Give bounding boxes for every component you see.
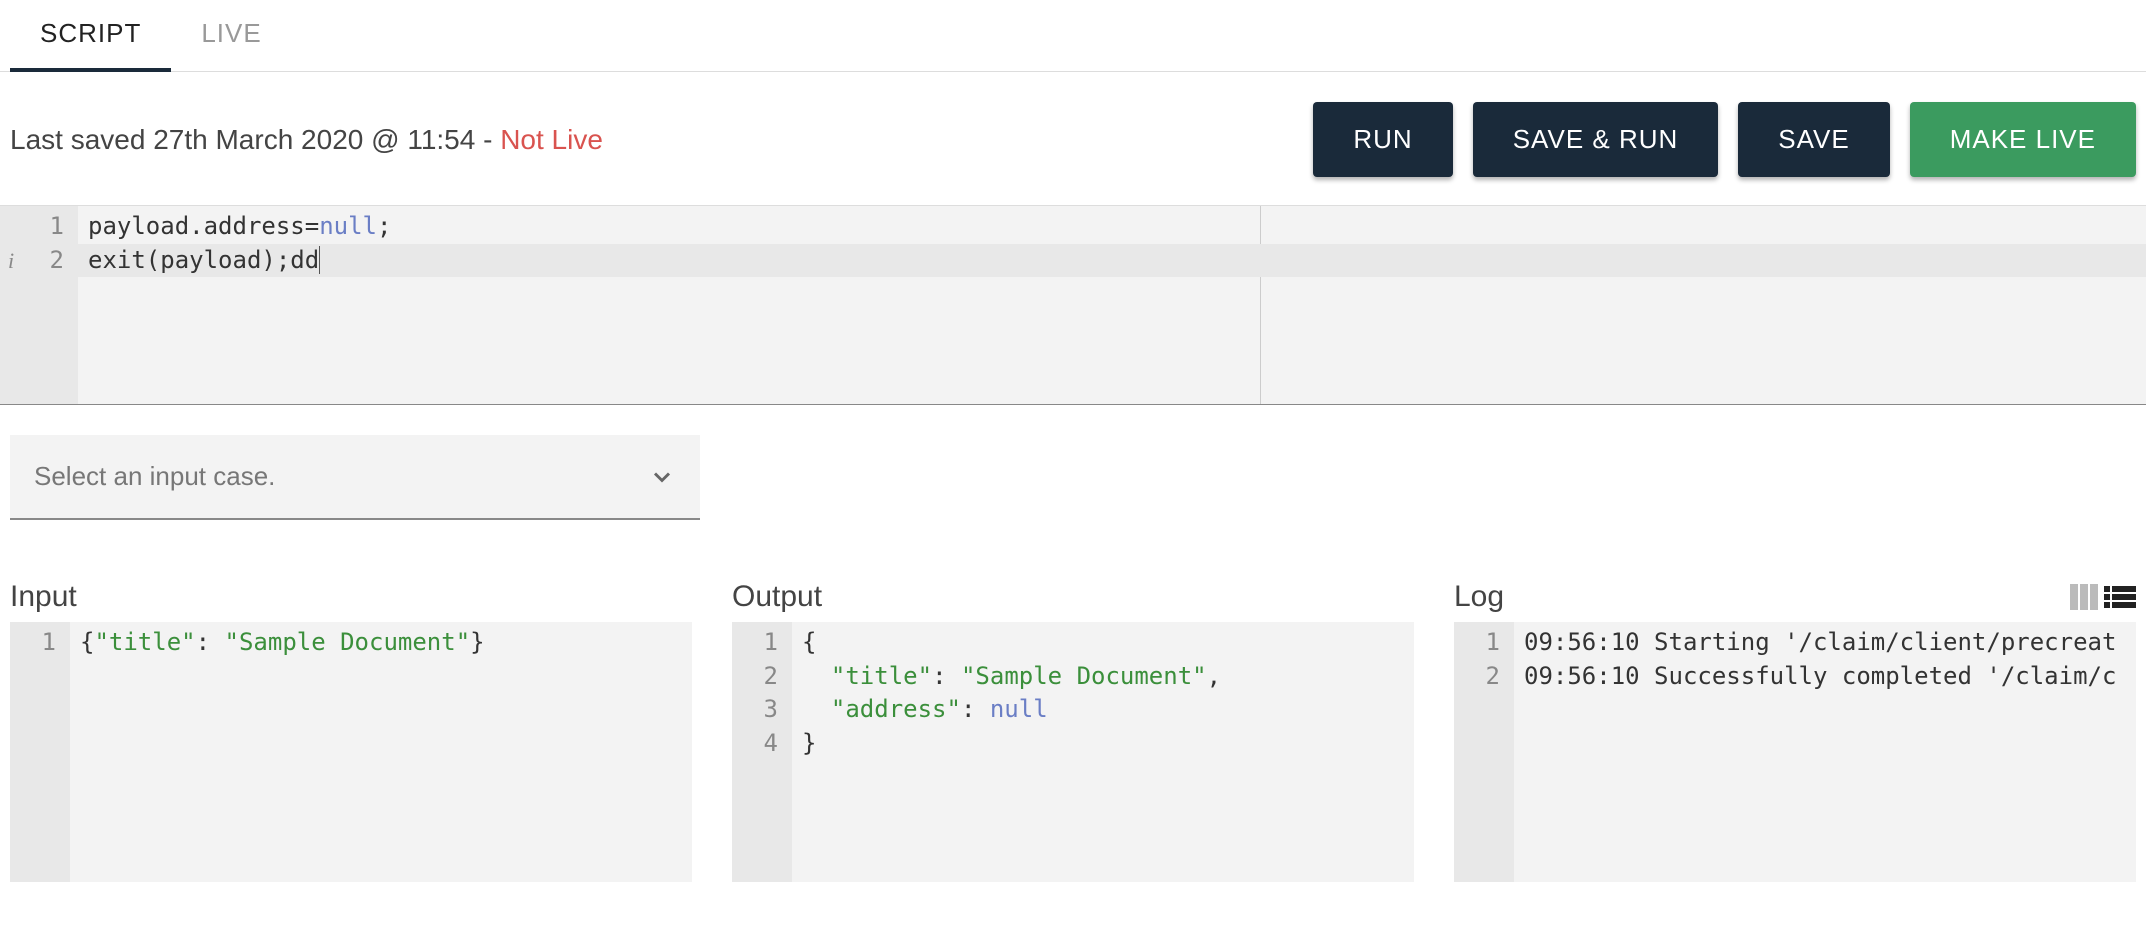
info-icon: i bbox=[8, 246, 14, 277]
save-button[interactable]: SAVE bbox=[1738, 102, 1889, 177]
input-title: Input bbox=[10, 580, 77, 614]
save-status-text: Last saved 27th March 2020 @ 11:54 - bbox=[10, 124, 500, 155]
columns-view-icon[interactable] bbox=[2070, 584, 2098, 610]
select-placeholder: Select an input case. bbox=[34, 461, 275, 492]
code-line: {"title": "Sample Document"} bbox=[80, 626, 682, 660]
gutter: 12 bbox=[1454, 622, 1514, 882]
output-editor[interactable]: 1234{ "title": "Sample Document", "addre… bbox=[732, 622, 1414, 882]
log-view-icons bbox=[2070, 584, 2136, 610]
make-live-button[interactable]: MAKE LIVE bbox=[1910, 102, 2136, 177]
save-run-button[interactable]: SAVE & RUN bbox=[1473, 102, 1719, 177]
code-body[interactable]: payload.address=null;exit(payload);dd bbox=[78, 206, 2146, 404]
log-editor[interactable]: 12 09:56:10 Starting '/claim/client/precr… bbox=[1454, 622, 2136, 882]
log-panel: Log 12 09:56:10 Starting '/claim/client/p… bbox=[1454, 580, 2136, 882]
code-line: 09:56:10 Successfully completed '/claim/… bbox=[1524, 660, 2126, 694]
code-line: exit(payload);dd bbox=[88, 244, 2136, 278]
input-panel: Input 1 {"title": "Sample Document"} bbox=[10, 580, 692, 882]
gutter: 12i bbox=[0, 206, 78, 404]
tabs: SCRIPT LIVE bbox=[0, 0, 2146, 72]
input-editor[interactable]: 1 {"title": "Sample Document"} bbox=[10, 622, 692, 882]
panels: Input 1 {"title": "Sample Document"} Outp… bbox=[0, 530, 2146, 892]
button-group: RUN SAVE & RUN SAVE MAKE LIVE bbox=[1313, 102, 2136, 177]
code-line: "address": null bbox=[802, 693, 1404, 727]
save-status: Last saved 27th March 2020 @ 11:54 - Not… bbox=[10, 124, 603, 156]
gutter: 1 bbox=[10, 622, 70, 882]
code-line: { bbox=[802, 626, 1404, 660]
gutter: 1234 bbox=[732, 622, 792, 882]
select-row: Select an input case. bbox=[0, 405, 2146, 530]
script-editor[interactable]: 12ipayload.address=null;exit(payload);dd bbox=[0, 205, 2146, 405]
input-case-select[interactable]: Select an input case. bbox=[10, 435, 700, 520]
run-button[interactable]: RUN bbox=[1313, 102, 1452, 177]
output-title: Output bbox=[732, 580, 822, 614]
code-line: payload.address=null; bbox=[88, 210, 2136, 244]
output-panel: Output 1234{ "title": "Sample Document",… bbox=[732, 580, 1414, 882]
chevron-down-icon bbox=[648, 463, 676, 491]
code-body[interactable]: 09:56:10 Starting '/claim/client/precrea… bbox=[1514, 622, 2136, 882]
toolbar: Last saved 27th March 2020 @ 11:54 - Not… bbox=[0, 72, 2146, 205]
tab-script[interactable]: SCRIPT bbox=[10, 0, 171, 71]
code-line: "title": "Sample Document", bbox=[802, 660, 1404, 694]
log-title: Log bbox=[1454, 580, 1504, 614]
code-line: 09:56:10 Starting '/claim/client/precrea… bbox=[1524, 626, 2126, 660]
list-view-icon[interactable] bbox=[2104, 586, 2136, 608]
code-body[interactable]: {"title": "Sample Document"} bbox=[70, 622, 692, 882]
code-body[interactable]: { "title": "Sample Document", "address":… bbox=[792, 622, 1414, 882]
code-line: } bbox=[802, 727, 1404, 761]
tab-live[interactable]: LIVE bbox=[171, 0, 291, 71]
not-live-badge: Not Live bbox=[500, 124, 603, 155]
